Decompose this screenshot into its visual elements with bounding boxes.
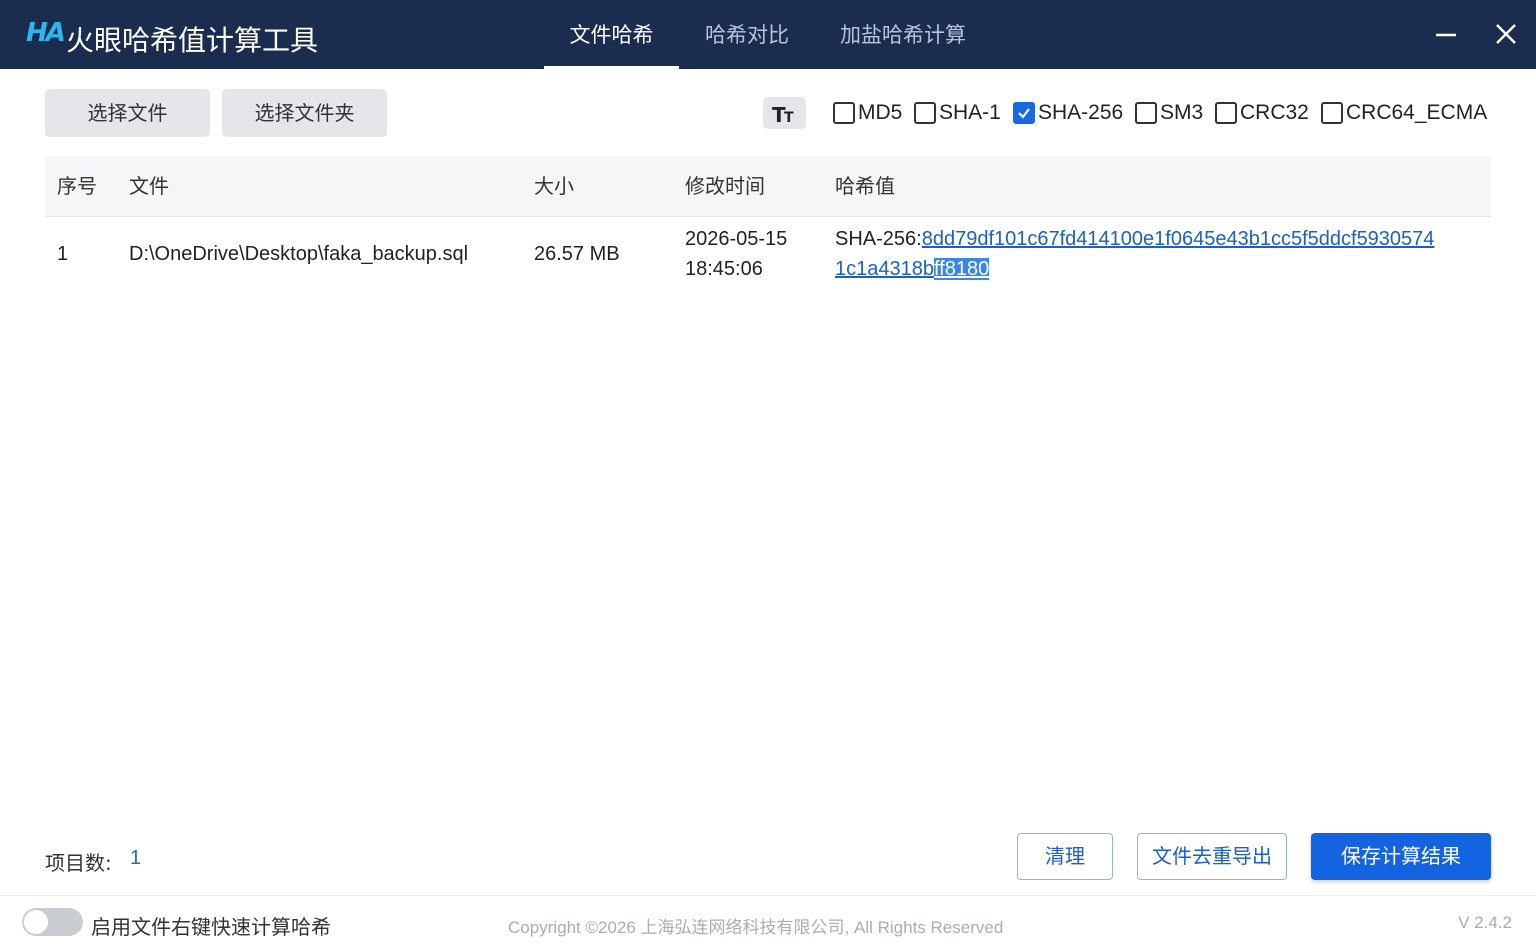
crc32-checkbox[interactable] (1215, 102, 1237, 124)
algo-sha256[interactable]: SHA-256 (1013, 100, 1123, 126)
context-menu-toggle[interactable] (22, 908, 83, 936)
algo-sha1[interactable]: SHA-1 (914, 100, 1001, 126)
item-count-value: 1 (130, 847, 142, 869)
sm3-checkbox[interactable] (1135, 102, 1157, 124)
context-menu-toggle-label: 启用文件右键快速计算哈希 (91, 915, 331, 939)
algo-md5[interactable]: MD5 (833, 100, 902, 126)
row-hash-line2: 1c1a4318bff8180 (835, 258, 990, 281)
dedupe-export-button[interactable]: 文件去重导出 (1137, 833, 1287, 880)
select-file-button[interactable]: 选择文件 (45, 89, 210, 137)
tab-hash-compare[interactable]: 哈希对比 (690, 0, 804, 69)
sha1-checkbox[interactable] (914, 102, 936, 124)
sha256-checkbox[interactable] (1013, 102, 1035, 124)
column-header-hash[interactable]: 哈希值 (835, 156, 895, 216)
save-results-button[interactable]: 保存计算结果 (1311, 833, 1491, 880)
algo-label: CRC64_ECMA (1346, 101, 1488, 124)
font-size-icon: T T (772, 103, 794, 127)
close-button[interactable] (1486, 14, 1526, 54)
algo-label: CRC32 (1240, 101, 1309, 124)
algo-crc64-ecma[interactable]: CRC64_ECMA (1321, 100, 1487, 126)
row-index: 1 (57, 243, 69, 265)
app-title: 火眼哈希值计算工具 (66, 24, 319, 57)
checkmark-icon (1018, 108, 1030, 119)
column-header-index[interactable]: 序号 (57, 156, 97, 216)
crc64-ecma-checkbox[interactable] (1321, 102, 1343, 124)
row-size: 26.57 MB (534, 243, 620, 265)
algo-label: MD5 (858, 101, 903, 124)
clear-button[interactable]: 清理 (1017, 833, 1113, 880)
copyright-text: Copyright ©2026 上海弘连网络科技有限公司, All Rights… (508, 918, 1004, 937)
hash-selected-text[interactable]: ff8180 (933, 258, 990, 280)
tab-file-hash[interactable]: 文件哈希 (544, 0, 679, 69)
row-file-path: D:\OneDrive\Desktop\faka_backup.sql (129, 243, 469, 265)
table-header: 序号 文件 大小 修改时间 哈希值 (45, 156, 1491, 217)
title-bar: HA 火眼哈希值计算工具 文件哈希 哈希对比 加盐哈希计算 (0, 0, 1536, 69)
item-count-label: 项目数: (45, 851, 112, 875)
select-folder-button[interactable]: 选择文件夹 (222, 89, 387, 137)
row-hash-line1: SHA-256:8dd79df101c67fd414100e1f0645e43b… (835, 228, 1434, 251)
hash-prefix: SHA-256: (835, 228, 922, 250)
font-size-button[interactable]: T T (763, 97, 806, 129)
column-header-modified[interactable]: 修改时间 (685, 156, 765, 216)
md5-checkbox[interactable] (833, 102, 855, 124)
column-header-file[interactable]: 文件 (129, 156, 169, 216)
toggle-knob (24, 910, 48, 934)
version-text: V 2.4.2 (1458, 913, 1512, 932)
column-header-size[interactable]: 大小 (534, 156, 574, 216)
algo-crc32[interactable]: CRC32 (1215, 100, 1309, 126)
app-logo: HA (26, 18, 66, 48)
algo-label: SHA-1 (939, 101, 1001, 124)
hash-value-link[interactable]: 8dd79df101c67fd414100e1f0645e43b1cc5f5dd… (922, 228, 1435, 250)
algo-label: SHA-256 (1038, 101, 1124, 124)
minimize-button[interactable] (1426, 14, 1466, 54)
row-modified-time: 18:45:06 (685, 258, 763, 280)
tab-salted-hash[interactable]: 加盐哈希计算 (826, 0, 980, 69)
algo-label: SM3 (1160, 101, 1204, 124)
minimize-icon (1436, 33, 1456, 37)
hash-value-link[interactable]: 1c1a4318b (835, 258, 934, 280)
row-modified-date: 2026-05-15 (685, 228, 788, 250)
algo-sm3[interactable]: SM3 (1135, 100, 1203, 126)
close-icon (1496, 24, 1516, 44)
svg-text:T: T (784, 110, 794, 126)
